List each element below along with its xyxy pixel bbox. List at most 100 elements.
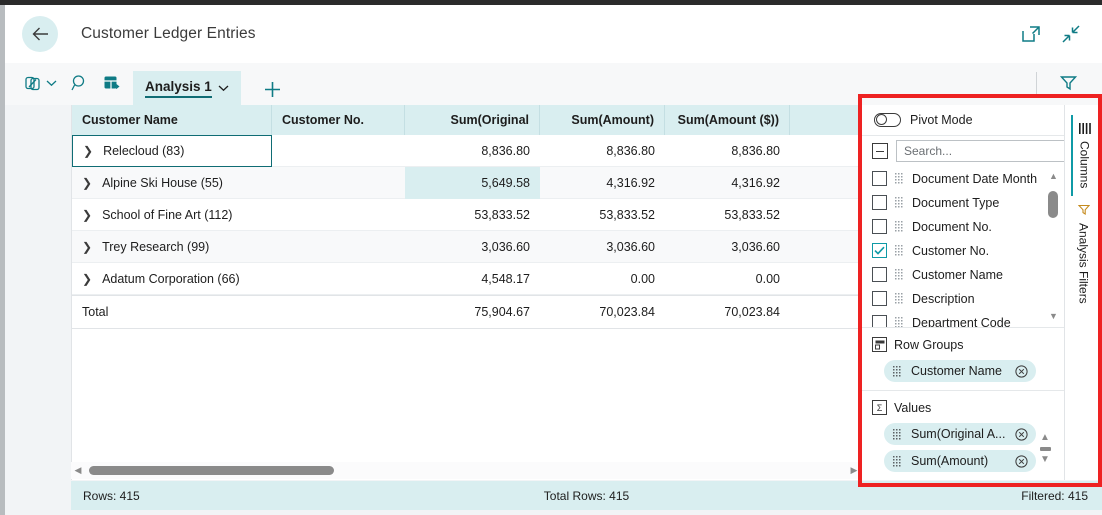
drag-handle-icon[interactable] bbox=[893, 366, 902, 377]
hscroll-track[interactable] bbox=[85, 466, 847, 475]
column-list-scroll-thumb[interactable] bbox=[1048, 191, 1058, 218]
grid-cell-customer-name[interactable]: ❯ School of Fine Art (112) bbox=[72, 199, 272, 231]
row-groups-header: Row Groups bbox=[872, 334, 1054, 355]
values-scroll-thumb[interactable] bbox=[1040, 447, 1051, 451]
open-in-excel-button[interactable] bbox=[98, 69, 125, 97]
chevron-right-icon[interactable]: ❯ bbox=[82, 241, 92, 253]
grid-header-customer-no[interactable]: Customer No. bbox=[272, 105, 405, 135]
collapse-diagonal-icon[interactable] bbox=[1060, 23, 1082, 45]
grid-cell-customer-no[interactable] bbox=[272, 135, 405, 167]
column-list-scrollbar[interactable]: ▲ ▼ bbox=[1047, 171, 1060, 321]
scroll-up-arrow-icon[interactable]: ▲ bbox=[1047, 171, 1060, 181]
grid-header-sum-amount[interactable]: Sum(Amount) bbox=[540, 105, 665, 135]
grid-cell-customer-no[interactable] bbox=[272, 167, 405, 199]
collapse-all-icon[interactable] bbox=[872, 143, 888, 159]
grid-cell-sum-amount-usd[interactable]: 53,833.52 bbox=[665, 199, 790, 231]
values-scrollbar[interactable]: ▲ ▼ bbox=[1036, 418, 1054, 472]
scroll-left-arrow-icon[interactable]: ◀ bbox=[71, 465, 85, 476]
column-checkbox[interactable] bbox=[872, 315, 887, 327]
chevron-right-icon[interactable]: ❯ bbox=[82, 177, 92, 189]
grid-cell-sum-original[interactable]: 53,833.52 bbox=[405, 199, 540, 231]
column-list-item[interactable]: Document Type bbox=[872, 191, 1064, 215]
remove-circle-icon[interactable] bbox=[1015, 365, 1028, 378]
grid-cell-customer-name[interactable]: ❯ Alpine Ski House (55) bbox=[72, 167, 272, 199]
column-list-item[interactable]: Description bbox=[872, 287, 1064, 311]
tab-analysis-filters[interactable]: Analysis Filters bbox=[1071, 196, 1097, 312]
remove-circle-icon[interactable] bbox=[1015, 428, 1028, 441]
drag-handle-icon[interactable] bbox=[895, 197, 904, 208]
grid-cell-sum-amount-usd[interactable]: 3,036.60 bbox=[665, 231, 790, 263]
drag-handle-icon[interactable] bbox=[895, 245, 904, 256]
grid-cell-sum-original[interactable]: 5,649.58 bbox=[405, 167, 540, 199]
scroll-up-arrow-icon[interactable]: ▲ bbox=[1040, 434, 1050, 442]
add-analysis-tab-button[interactable] bbox=[263, 80, 282, 105]
chevron-down-icon[interactable] bbox=[218, 84, 229, 92]
share-pages-button[interactable] bbox=[19, 69, 62, 97]
chevron-right-icon[interactable]: ❯ bbox=[82, 273, 92, 285]
grid-horizontal-scrollbar[interactable]: ◀ ▶ bbox=[71, 462, 861, 479]
hscroll-thumb[interactable] bbox=[89, 466, 334, 475]
column-checkbox[interactable] bbox=[872, 267, 887, 282]
scroll-down-arrow-icon[interactable]: ▼ bbox=[1047, 311, 1060, 321]
search-button[interactable] bbox=[66, 69, 94, 97]
drag-handle-icon[interactable] bbox=[893, 456, 902, 467]
grid-header-customer-name[interactable]: Customer Name bbox=[72, 105, 272, 135]
grid-cell-sum-original[interactable]: 4,548.17 bbox=[405, 263, 540, 295]
columns-search-input[interactable] bbox=[896, 140, 1067, 162]
tab-analysis-1[interactable]: Analysis 1 bbox=[133, 71, 241, 105]
grid-header-sum-original[interactable]: Sum(Original bbox=[405, 105, 540, 135]
tab-columns[interactable]: Columns bbox=[1071, 115, 1097, 196]
column-checkbox[interactable] bbox=[872, 291, 887, 306]
open-in-new-window-icon[interactable] bbox=[1020, 23, 1042, 45]
column-checkbox[interactable] bbox=[872, 243, 887, 258]
drag-handle-icon[interactable] bbox=[895, 317, 904, 327]
column-checkbox[interactable] bbox=[872, 171, 887, 186]
drag-handle-icon[interactable] bbox=[895, 269, 904, 280]
remove-circle-icon[interactable] bbox=[1015, 455, 1028, 468]
row-groups-title: Row Groups bbox=[894, 338, 963, 352]
column-list-item[interactable]: Document No. bbox=[872, 215, 1064, 239]
filter-button[interactable] bbox=[1055, 69, 1082, 97]
values-section: Σ Values Sum(Original A... bbox=[862, 390, 1064, 480]
pivot-mode-row[interactable]: Pivot Mode bbox=[862, 105, 1064, 136]
scroll-down-arrow-icon[interactable]: ▼ bbox=[1040, 456, 1050, 464]
grid-cell-customer-name[interactable]: ❯ Adatum Corporation (66) bbox=[72, 263, 272, 295]
grid-cell-customer-no[interactable] bbox=[272, 263, 405, 295]
grid-cell-sum-amount[interactable]: 8,836.80 bbox=[540, 135, 665, 167]
grid-cell-customer-no[interactable] bbox=[272, 231, 405, 263]
back-button[interactable] bbox=[22, 16, 58, 52]
grid-cell-customer-name[interactable]: ❯ Relecloud (83) bbox=[72, 135, 272, 167]
scroll-right-arrow-icon[interactable]: ▶ bbox=[847, 465, 861, 476]
grid-header-sum-amount-usd[interactable]: Sum(Amount ($)) bbox=[665, 105, 790, 135]
grid-cell-customer-no[interactable] bbox=[272, 199, 405, 231]
drag-handle-icon[interactable] bbox=[895, 221, 904, 232]
status-bar: Rows: 415 Total Rows: 415 Filtered: 415 bbox=[71, 481, 1102, 510]
column-list-item[interactable]: Customer Name bbox=[872, 263, 1064, 287]
drag-handle-icon[interactable] bbox=[895, 173, 904, 184]
grid-cell-sum-amount[interactable]: 4,316.92 bbox=[540, 167, 665, 199]
grid-cell-sum-original[interactable]: 8,836.80 bbox=[405, 135, 540, 167]
chevron-right-icon[interactable]: ❯ bbox=[83, 145, 93, 157]
column-list-item[interactable]: Document Date Month bbox=[872, 167, 1064, 191]
column-checkbox[interactable] bbox=[872, 195, 887, 210]
grid-cell-sum-amount-usd[interactable]: 4,316.92 bbox=[665, 167, 790, 199]
row-group-pill[interactable]: Customer Name bbox=[884, 360, 1036, 382]
window-left-strip bbox=[0, 5, 5, 515]
grid-cell-sum-original[interactable]: 3,036.60 bbox=[405, 231, 540, 263]
column-list-item[interactable]: Customer No. bbox=[872, 239, 1064, 263]
column-list-item[interactable]: Department Code bbox=[872, 311, 1064, 327]
grid-cell-sum-amount-usd[interactable]: 0.00 bbox=[665, 263, 790, 295]
value-pill[interactable]: Sum(Original A... bbox=[884, 423, 1036, 445]
drag-handle-icon[interactable] bbox=[895, 293, 904, 304]
grid-cell-customer-name[interactable]: ❯ Trey Research (99) bbox=[72, 231, 272, 263]
column-checkbox[interactable] bbox=[872, 219, 887, 234]
grid-cell-sum-amount[interactable]: 3,036.60 bbox=[540, 231, 665, 263]
pivot-mode-toggle[interactable] bbox=[874, 113, 901, 127]
grid-cell-sum-amount-usd[interactable]: 8,836.80 bbox=[665, 135, 790, 167]
value-pill[interactable]: Sum(Amount) bbox=[884, 450, 1036, 472]
drag-handle-icon[interactable] bbox=[893, 429, 902, 440]
grid-cell-sum-amount[interactable]: 53,833.52 bbox=[540, 199, 665, 231]
chevron-right-icon[interactable]: ❯ bbox=[82, 209, 92, 221]
app-window: Customer Ledger Entries bbox=[0, 0, 1102, 515]
grid-cell-sum-amount[interactable]: 0.00 bbox=[540, 263, 665, 295]
